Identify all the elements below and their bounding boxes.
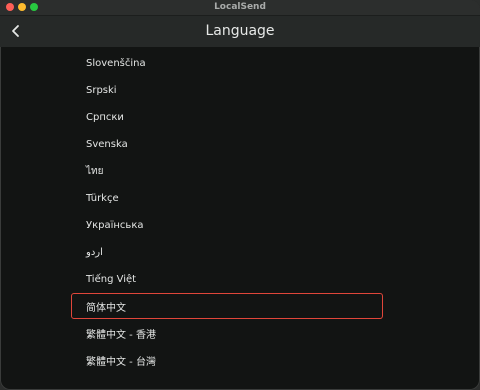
language-option-srpski-cyrillic[interactable]: Српски	[71, 104, 383, 130]
window-title: LocalSend	[214, 2, 266, 12]
language-option-turkce[interactable]: Türkçe	[71, 185, 383, 211]
language-option-vietnamese[interactable]: Tiếng Việt	[71, 266, 383, 292]
language-option-slovenscina[interactable]: Slovenščina	[71, 50, 383, 76]
language-option-ukrainian[interactable]: Українська	[71, 212, 383, 238]
page-title: Language	[205, 23, 275, 39]
language-option-thai[interactable]: ไทย	[71, 158, 383, 184]
language-option-traditional-chinese-tw[interactable]: 繁體中文 - 台灣	[71, 347, 383, 373]
language-option-svenska[interactable]: Svenska	[71, 131, 383, 157]
app-window: LocalSend Language Slovenščina Srpski Ср…	[0, 0, 480, 390]
language-option-urdu[interactable]: اردو	[71, 239, 383, 265]
window-titlebar: LocalSend	[0, 0, 480, 16]
language-option-traditional-chinese-hk[interactable]: 繁體中文 - 香港	[71, 320, 383, 346]
language-option-simplified-chinese[interactable]: 简体中文	[71, 293, 383, 319]
language-option-srpski[interactable]: Srpski	[71, 77, 383, 103]
app-bar: Language	[0, 16, 480, 47]
